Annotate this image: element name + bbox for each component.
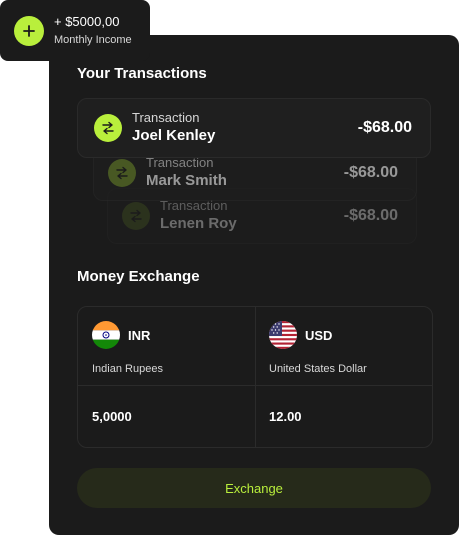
monthly-income-badge: + $5000,00 Monthly Income	[0, 0, 150, 61]
divider	[255, 385, 432, 386]
swap-arrows-icon	[122, 202, 150, 230]
india-flag-icon	[92, 321, 120, 349]
divider	[78, 385, 255, 386]
transaction-name: Mark Smith	[146, 172, 227, 189]
exchange-button[interactable]: Exchange	[77, 468, 431, 508]
to-currency-desc: United States Dollar	[269, 363, 367, 375]
from-currency-desc: Indian Rupees	[92, 363, 163, 375]
to-amount[interactable]: 12.00	[269, 409, 302, 424]
to-currency-code: USD	[305, 327, 333, 343]
us-flag-icon	[269, 321, 297, 349]
swap-arrows-icon	[108, 159, 136, 187]
finance-panel: Your Transactions Transaction Lenen Roy …	[49, 35, 459, 535]
from-currency[interactable]: INR Indian Rupees 5,0000	[78, 307, 256, 447]
exchange-title: Money Exchange	[77, 268, 200, 285]
transactions-stack: Transaction Lenen Roy -$68.00 Transactio…	[49, 35, 459, 255]
plus-icon[interactable]	[14, 15, 44, 46]
income-label: Monthly Income	[54, 33, 132, 46]
to-currency[interactable]: USD United States Dollar 12.00	[255, 307, 432, 447]
transaction-name: Lenen Roy	[160, 215, 237, 232]
transaction-amount: -$68.00	[343, 207, 398, 224]
income-amount: + $5000,00	[54, 13, 120, 29]
transaction-name: Joel Kenley	[132, 127, 216, 144]
from-currency-code: INR	[128, 327, 151, 343]
transaction-card[interactable]: Transaction Joel Kenley -$68.00	[77, 98, 431, 158]
exchange-box: INR Indian Rupees 5,0000 USD United Stat…	[77, 306, 433, 448]
from-amount[interactable]: 5,0000	[92, 409, 132, 424]
transaction-label: Transaction	[132, 110, 200, 125]
swap-arrows-icon	[94, 114, 122, 142]
transaction-amount: -$68.00	[343, 164, 398, 181]
transaction-amount: -$68.00	[357, 119, 412, 136]
